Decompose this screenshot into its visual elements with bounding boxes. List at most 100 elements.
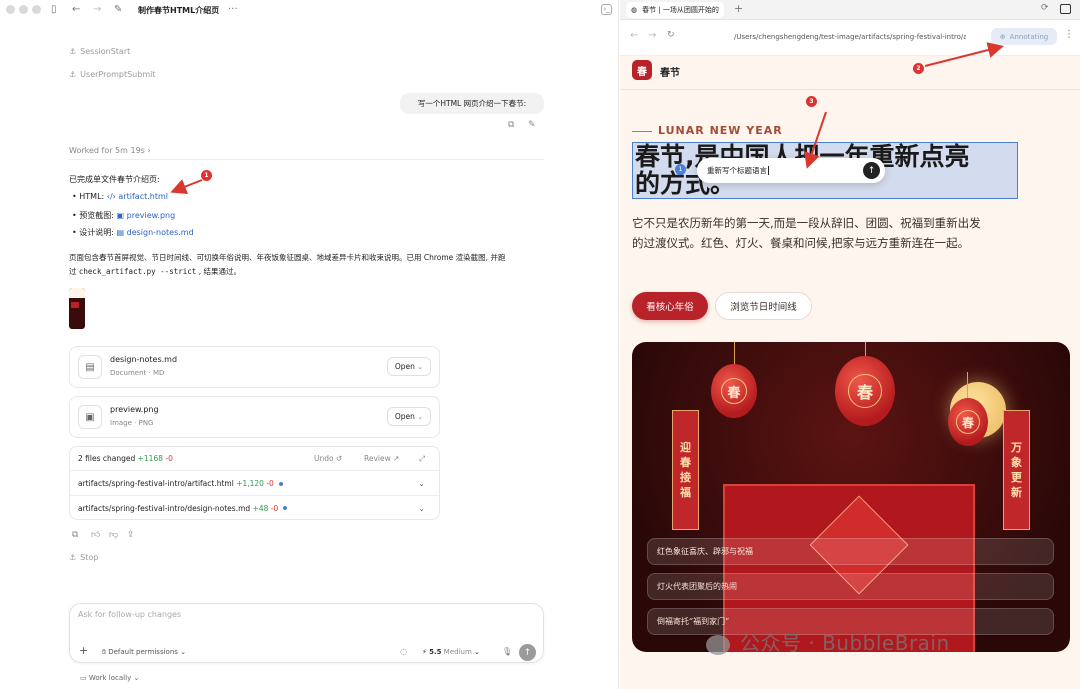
back-icon[interactable]: ←	[630, 30, 638, 41]
response-summary: 页面包含春节首屏视觉、节日时间线、可切换年俗说明、年夜饭象征圆桌、地域差异卡片和…	[69, 251, 544, 279]
sidebar-toggle-icon[interactable]: ▯	[51, 4, 57, 15]
open-label: Open	[394, 412, 415, 421]
response-item-design-notes: • 设计说明: ▤ design-notes.md	[72, 228, 194, 237]
change-row[interactable]: artifacts/spring-festival-intro/artifact…	[70, 472, 439, 496]
chat-pane: ▯ ← → ✎ 制作春节HTML介绍页 ··· ›_ ⚓ SessionStart…	[0, 0, 619, 689]
site-brand[interactable]: 春节	[660, 64, 680, 79]
hook-label: SessionStart	[80, 47, 131, 56]
couplet-right: 万象更新	[1003, 410, 1030, 530]
annotation-input[interactable]: 重新写个标题语言	[707, 165, 767, 176]
window-minimize-button[interactable]	[19, 5, 28, 14]
review-button[interactable]: Review ↗	[364, 454, 399, 463]
hook-session-start: ⚓ SessionStart	[69, 47, 130, 56]
preview-png-link[interactable]: preview.png	[127, 211, 176, 220]
new-tab-button[interactable]: +	[734, 2, 743, 15]
lantern-char: 春	[856, 383, 873, 402]
copy-icon[interactable]: ⧉	[508, 120, 514, 130]
divider	[69, 159, 544, 160]
symbol-card[interactable]: 灯火代表团聚后的热闹	[647, 573, 1054, 600]
lantern: 春	[835, 356, 895, 426]
tab-title: 春节 | 一场从团圆开始的	[642, 6, 719, 14]
summary-text: , 结果通过。	[198, 267, 241, 276]
hook-icon: ⚓	[69, 70, 77, 79]
summary-code: check_artifact.py --strict	[78, 267, 197, 276]
timeline-button[interactable]: 浏览节日时间线	[715, 292, 812, 320]
forward-icon[interactable]: →	[93, 4, 101, 15]
couplet-char: 福	[680, 486, 691, 499]
address-bar: ← → ↻ /Users/chengshengdeng/test-image/a…	[620, 20, 1080, 56]
couplet-char: 迎	[680, 441, 691, 454]
thumbs-down-icon[interactable]: 👎︎	[109, 530, 118, 540]
change-added: +48	[252, 503, 269, 513]
submit-annotation-button[interactable]: ↑	[863, 162, 880, 179]
file-name: preview.png	[110, 405, 159, 414]
thumbs-up-icon[interactable]: 👍︎	[91, 530, 100, 540]
hook-icon: ⚓	[69, 553, 77, 562]
effort-label: Medium	[443, 648, 472, 656]
lantern: 春	[948, 398, 988, 446]
browser-tab-bar: ◍ 春节 | 一场从团圆开始的 + ⟳	[620, 0, 1080, 20]
text-cursor	[768, 166, 769, 175]
preview-thumbnail[interactable]	[69, 288, 85, 329]
forward-icon[interactable]: →	[648, 30, 656, 41]
core-customs-button[interactable]: 看核心年俗	[632, 292, 708, 320]
refresh-view-icon[interactable]: ⟳	[1041, 3, 1049, 13]
couplet-char: 象	[1011, 456, 1022, 469]
hero-illustration: 春 春 春 迎春接福 万象更新 红色象征喜庆、辟邪与祝福 灯火代表团聚后的热闹 …	[632, 342, 1070, 652]
more-vertical-icon[interactable]: ⋮	[1064, 29, 1074, 40]
annotation-marker-2: 2	[913, 63, 924, 74]
design-notes-link[interactable]: design-notes.md	[127, 228, 194, 237]
composer: + ✋︎ Default permissions ⌄ ◌ ⚡︎ 5.5 Medi…	[69, 603, 544, 663]
follow-up-input[interactable]	[78, 610, 518, 619]
split-view-icon[interactable]	[1060, 4, 1071, 14]
worked-label: Worked for 5m 19s	[69, 146, 145, 155]
couplet-char: 新	[1011, 486, 1022, 499]
file-card-design-notes: ▤ design-notes.md Document · MD Open ⌄	[69, 346, 440, 388]
annotating-label: Annotating	[1009, 32, 1049, 41]
worked-duration[interactable]: Worked for 5m 19s ›	[69, 146, 151, 155]
annotation-popup: 重新写个标题语言 ↑	[697, 158, 885, 183]
more-menu-button[interactable]: ···	[228, 4, 238, 15]
model-selector[interactable]: ⚡︎ 5.5 Medium ⌄	[422, 648, 480, 656]
artifact-html-link[interactable]: artifact.html	[118, 192, 168, 201]
new-chat-icon[interactable]: ✎	[114, 4, 122, 15]
window-zoom-button[interactable]	[32, 5, 41, 14]
symbol-card[interactable]: 红色象征喜庆、辟邪与祝福	[647, 538, 1054, 565]
microphone-icon[interactable]: 🎙︎	[502, 647, 512, 656]
couplet-char: 更	[1011, 471, 1022, 484]
annotating-toggle[interactable]: ⊕ Annotating	[991, 28, 1057, 45]
changes-removed: -0	[165, 454, 173, 463]
edit-icon[interactable]: ✎	[528, 120, 536, 130]
undo-button[interactable]: Undo ↺	[314, 454, 342, 463]
open-button[interactable]: Open ⌄	[387, 407, 431, 426]
add-icon[interactable]: +	[79, 644, 88, 657]
work-locally-dropdown[interactable]: ▭ Work locally ⌄	[80, 674, 139, 682]
expand-icon[interactable]: ⤢	[419, 454, 425, 464]
image-icon: ▣	[116, 211, 125, 220]
send-button[interactable]: ↑	[519, 644, 536, 661]
window-close-button[interactable]	[6, 5, 15, 14]
reload-icon[interactable]: ↻	[667, 30, 675, 40]
change-row[interactable]: artifacts/spring-festival-intro/design-n…	[70, 496, 439, 520]
url-field[interactable]: /Users/chengshengdeng/test-image/artifac…	[734, 33, 966, 41]
window-title: 制作春节HTML介绍页	[138, 6, 220, 15]
work-locally-label: Work locally	[88, 674, 132, 682]
terminal-icon[interactable]: ›_	[601, 4, 612, 15]
app-window: ▯ ← → ✎ 制作春节HTML介绍页 ··· ›_ ⚓ SessionStart…	[0, 0, 1080, 689]
response-item-html: • HTML: ‹/› artifact.html	[72, 192, 168, 201]
hook-label: UserPromptSubmit	[80, 70, 156, 79]
site-logo[interactable]: 春	[632, 60, 652, 80]
watermark-text: 公众号 · BubbleBrain	[740, 631, 950, 655]
chevron-down-icon: ⌄	[474, 648, 480, 656]
item-prefix: 设计说明:	[79, 228, 114, 237]
copy-icon[interactable]: ⧉	[72, 530, 78, 540]
browser-tab[interactable]: ◍ 春节 | 一场从团圆开始的	[626, 2, 724, 18]
changes-added: +1168	[137, 454, 163, 463]
lantern-ring: 春	[956, 410, 980, 434]
permissions-dropdown[interactable]: ✋︎ Default permissions ⌄	[102, 648, 186, 657]
share-icon[interactable]: ⇪	[127, 530, 135, 540]
open-button[interactable]: Open ⌄	[387, 357, 431, 376]
back-icon[interactable]: ←	[72, 4, 80, 15]
file-meta: Image · PNG	[110, 419, 154, 427]
review-label: Review	[364, 454, 391, 463]
